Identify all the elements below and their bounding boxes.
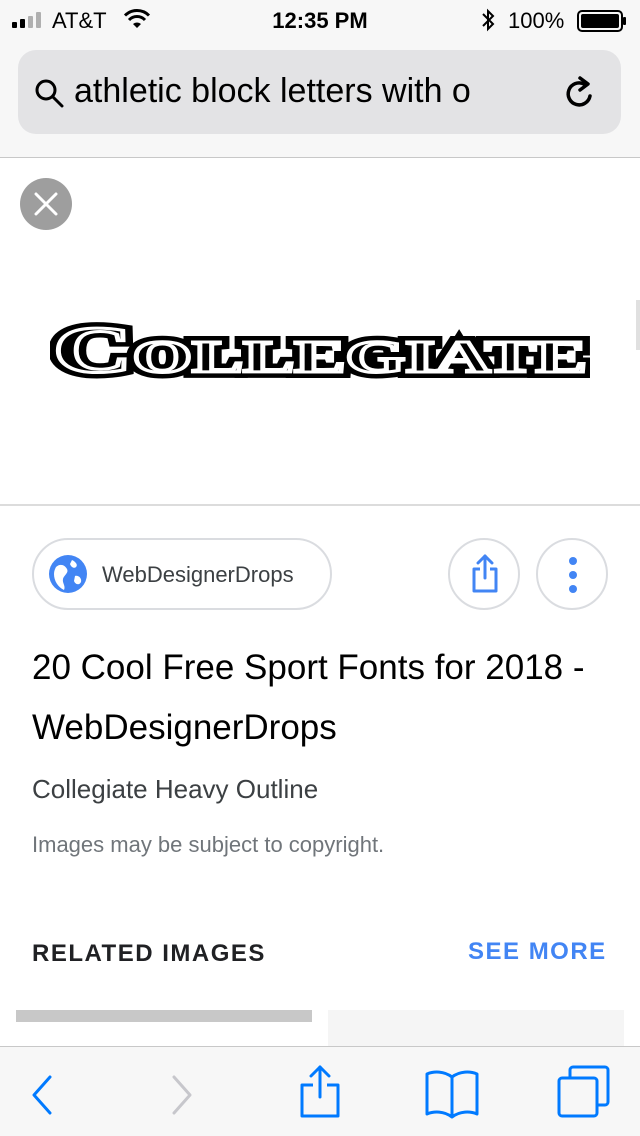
close-icon [34, 192, 58, 216]
source-name: WebDesignerDrops [102, 562, 294, 587]
see-more-link[interactable]: SEE MORE [468, 938, 607, 966]
browser-toolbar [0, 1046, 640, 1136]
tabs-icon[interactable] [556, 1065, 612, 1121]
reload-icon[interactable] [562, 74, 598, 112]
result-title[interactable]: 20 Cool Free Sport Fonts for 2018 - WebD… [32, 638, 612, 758]
bookmarks-icon[interactable] [424, 1069, 480, 1119]
related-image-thumbnail[interactable] [16, 1010, 312, 1050]
forward-icon[interactable] [170, 1075, 194, 1115]
search-icon [35, 79, 64, 108]
close-button[interactable] [20, 178, 72, 230]
result-subtitle: Collegiate Heavy Outline [32, 774, 319, 804]
related-images-heading: RELATED IMAGES [32, 940, 266, 967]
more-vert-icon [569, 557, 577, 593]
search-field[interactable]: athletic block letters with o [18, 50, 621, 134]
next-image-edge [636, 300, 640, 350]
source-chip[interactable]: WebDesignerDrops [32, 538, 332, 610]
address-bar: athletic block letters with o [0, 40, 640, 158]
divider [0, 504, 640, 506]
back-icon[interactable] [30, 1075, 54, 1115]
battery-icon [577, 10, 626, 32]
bluetooth-icon [482, 8, 495, 32]
collegiate-logo: Collegiate Collegiate [50, 308, 590, 386]
copyright-notice: Images may be subject to copyright. [32, 832, 385, 857]
share-result-button[interactable] [448, 538, 520, 610]
related-image-thumbnail[interactable] [328, 1010, 624, 1050]
more-options-button[interactable] [536, 538, 608, 610]
battery-percent: 100% [508, 8, 565, 33]
status-bar: AT&T 12:35 PM 100% [0, 0, 640, 40]
globe-icon [49, 555, 87, 593]
share-icon [472, 554, 498, 593]
search-query[interactable]: athletic block letters with o [74, 72, 554, 111]
share-icon[interactable] [298, 1065, 342, 1119]
collegiate-logo-text-inner: Collegiate [53, 314, 587, 386]
